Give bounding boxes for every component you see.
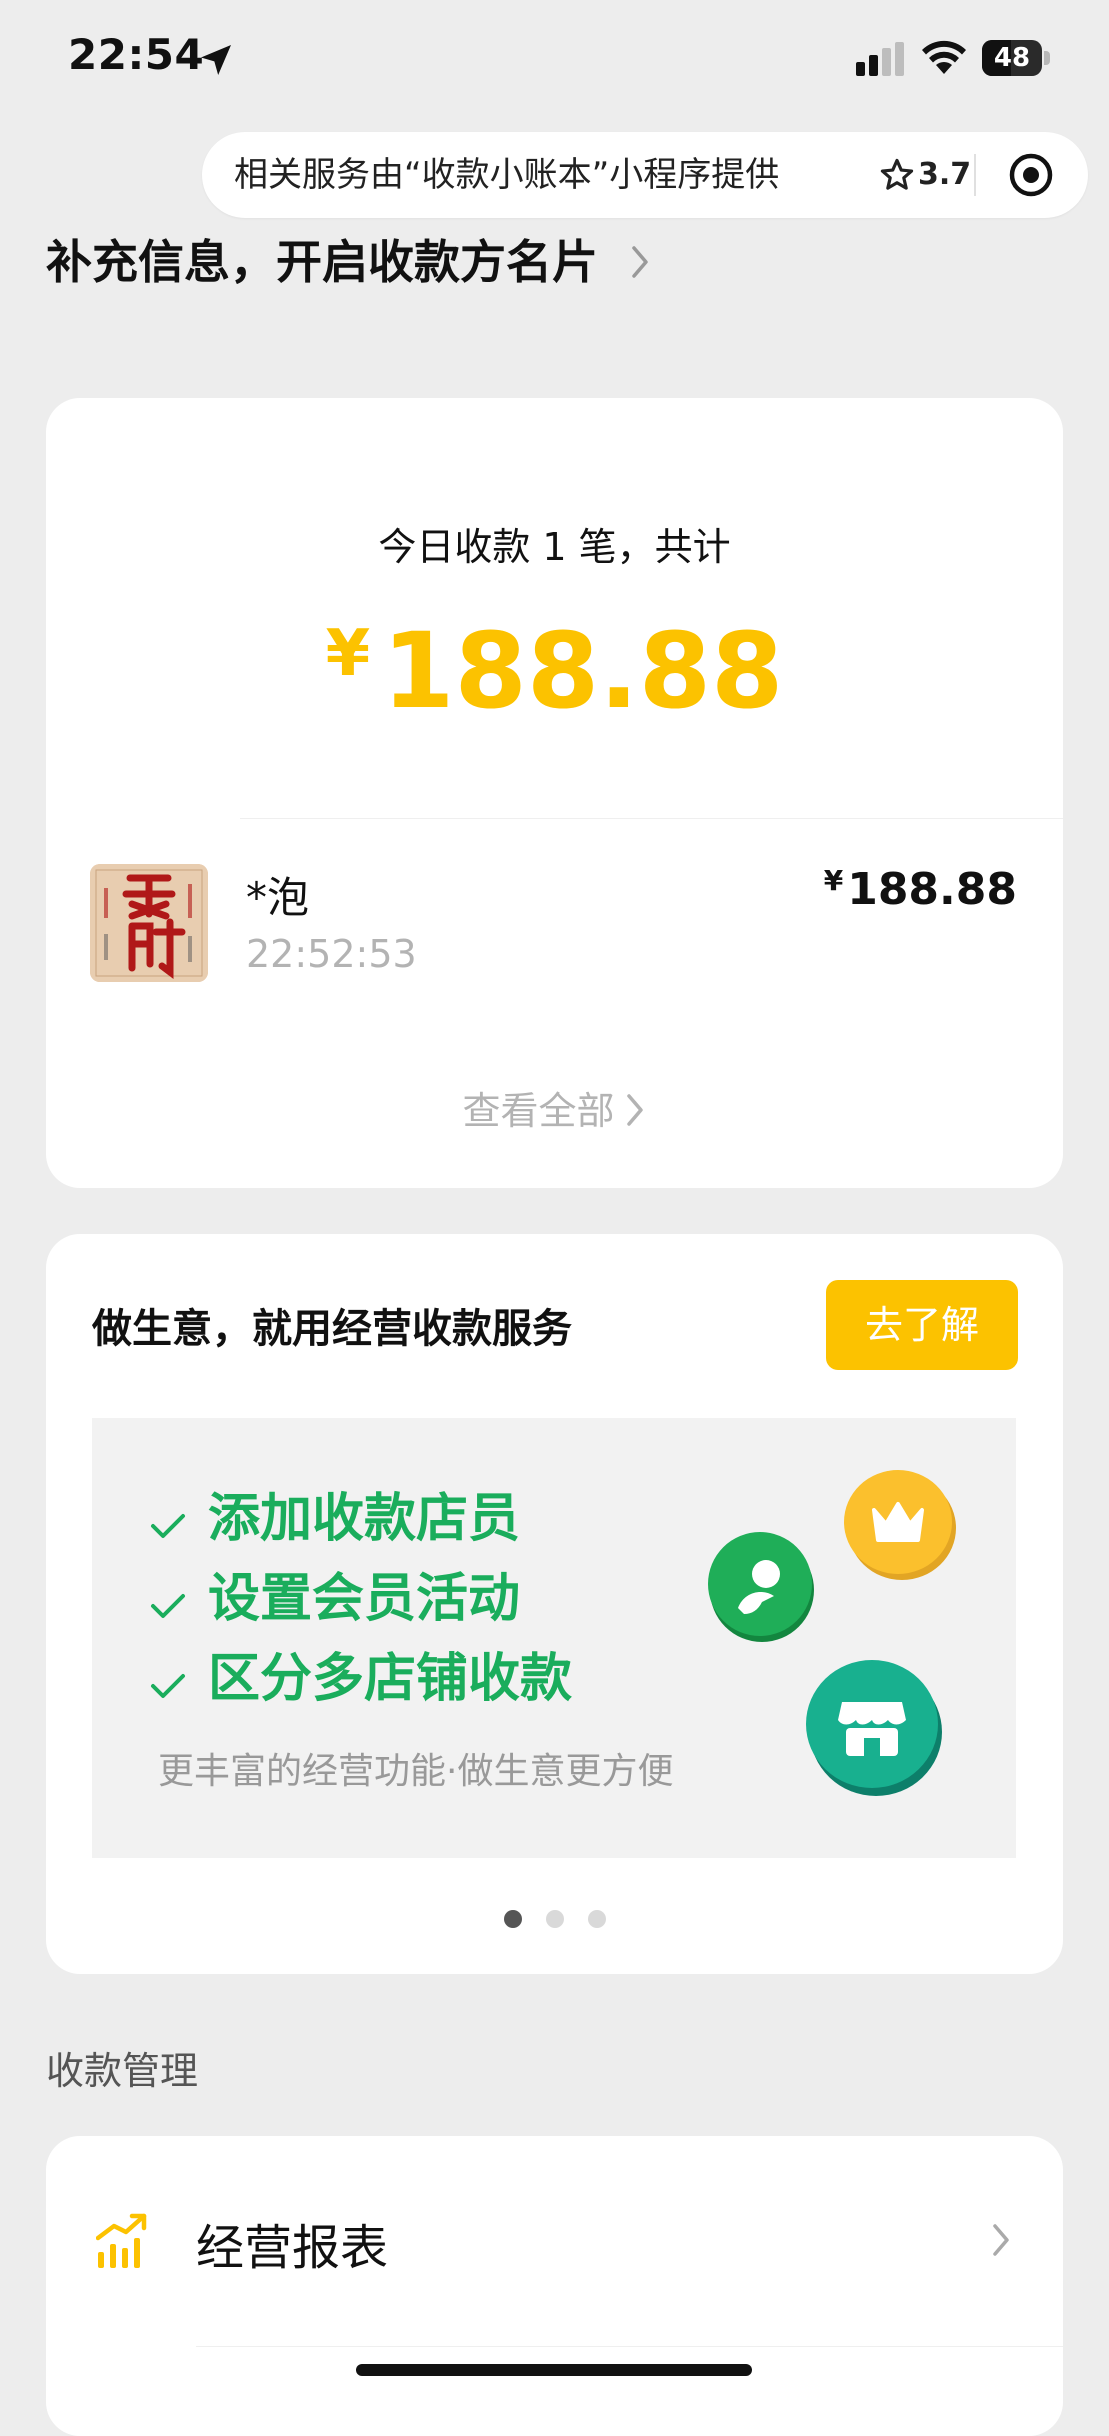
- promo-subtitle: 更丰富的经营功能·做生意更方便: [158, 1751, 674, 1792]
- rating-value: 3.7: [918, 157, 972, 192]
- menu-item-label: 经营报表: [196, 2220, 389, 2276]
- business-service-promo-card: 做生意，就用经营收款服务 去了解 添加收款店员 设置会员活动 区分多店铺收款 更…: [46, 1234, 1063, 1974]
- chevron-right-icon: [993, 2224, 1009, 2256]
- business-card-prompt[interactable]: 补充信息，开启收款方名片: [46, 226, 652, 292]
- status-time: 22:54: [68, 30, 205, 79]
- carousel-pagination: [46, 1910, 1063, 1932]
- provider-text: 相关服务由“收款小账本”小程序提供: [234, 155, 780, 195]
- transaction-time: 22:52:53: [246, 932, 417, 976]
- divider: [196, 2346, 1063, 2347]
- section-title-collection-management: 收款管理: [46, 2049, 199, 2093]
- promo-feature-item: 添加收款店员: [150, 1476, 520, 1551]
- pagination-dot[interactable]: [545, 1910, 564, 1928]
- promo-feature-item: 设置会员活动: [150, 1556, 520, 1631]
- promo-feature-label: 设置会员活动: [208, 1569, 521, 1629]
- close-target-icon[interactable]: [1008, 152, 1054, 198]
- promo-title: 做生意，就用经营收款服务: [92, 1306, 572, 1352]
- view-all-link[interactable]: 查看全部: [46, 1080, 1063, 1135]
- today-receipts-card: 今日收款 1 笔，共计 ¥188.88 *泡 22:52:53 ¥188.88 …: [46, 398, 1063, 1188]
- cellular-signal-icon: [856, 42, 904, 76]
- star-icon: [880, 158, 914, 190]
- transaction-amount-value: 188.88: [847, 864, 1017, 915]
- currency-symbol: ¥: [823, 864, 844, 897]
- capsule-divider: [974, 154, 976, 196]
- view-all-label: 查看全部: [462, 1089, 615, 1133]
- business-card-prompt-label: 补充信息，开启收款方名片: [46, 235, 598, 289]
- staff-user-icon: [708, 1532, 814, 1642]
- divider: [240, 818, 1063, 819]
- promo-feature-item: 区分多店铺收款: [150, 1636, 572, 1711]
- today-total-amount: ¥188.88: [46, 610, 1063, 732]
- promo-carousel-slide[interactable]: 添加收款店员 设置会员活动 区分多店铺收款 更丰富的经营功能·做生意更方便: [92, 1418, 1016, 1858]
- promo-feature-label: 添加收款店员: [208, 1489, 521, 1549]
- checkmark-icon: [151, 1674, 185, 1698]
- checkmark-icon: [151, 1514, 185, 1538]
- fortune-avatar-image: [90, 864, 208, 982]
- chevron-right-icon: [632, 246, 648, 278]
- pagination-dot-active[interactable]: [503, 1910, 522, 1928]
- wifi-icon: [922, 40, 966, 74]
- pagination-dot[interactable]: [587, 1910, 606, 1928]
- mini-program-info-capsule[interactable]: 相关服务由“收款小账本”小程序提供 3.7: [202, 132, 1088, 218]
- today-summary: 今日收款 1 笔，共计: [378, 525, 731, 569]
- battery-level: 48: [993, 43, 1031, 73]
- crown-member-icon: [844, 1470, 956, 1580]
- currency-symbol: ¥: [325, 617, 371, 691]
- home-indicator[interactable]: [356, 2364, 752, 2376]
- transaction-amount: ¥188.88: [824, 864, 1017, 915]
- bar-chart-icon: [96, 2213, 147, 2268]
- location-arrow-icon: [201, 45, 231, 75]
- checkmark-icon: [151, 1594, 185, 1618]
- payer-name: *泡: [246, 873, 310, 922]
- battery-indicator: 48: [982, 40, 1050, 76]
- management-menu-card: 经营报表: [46, 2136, 1063, 2436]
- payer-avatar: [90, 864, 208, 982]
- store-shop-icon: [806, 1660, 942, 1796]
- learn-more-button[interactable]: 去了解: [826, 1280, 1018, 1370]
- promo-feature-label: 区分多店铺收款: [208, 1649, 573, 1709]
- total-value: 188.88: [382, 610, 784, 732]
- chevron-right-icon: [626, 1094, 643, 1126]
